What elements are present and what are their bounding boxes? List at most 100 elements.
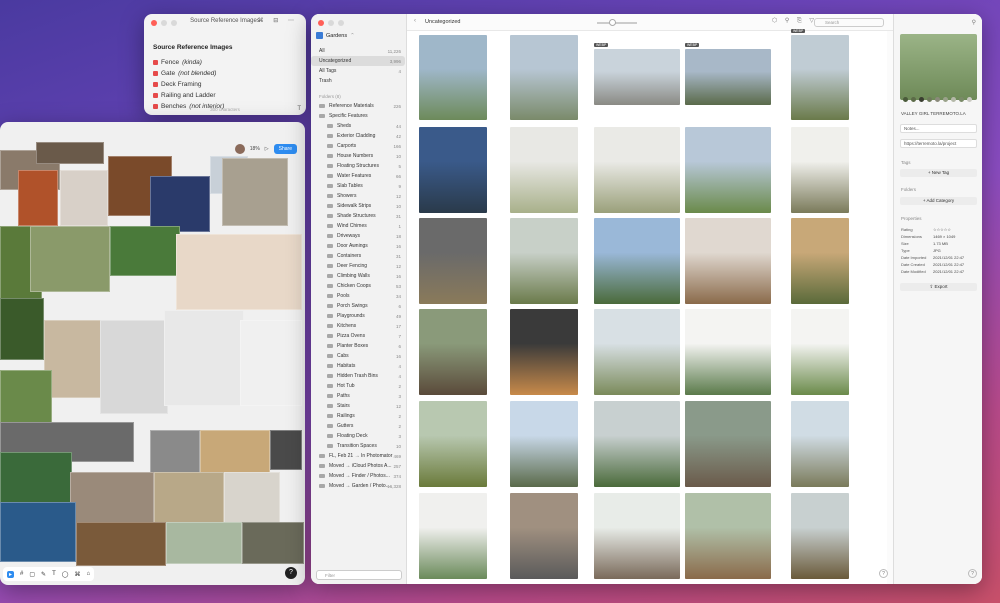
sidebar-folder[interactable]: Moved → Garden / Photo... 16,328	[311, 481, 405, 491]
collage-image[interactable]	[100, 320, 168, 414]
image-thumbnail[interactable]	[594, 309, 680, 395]
help-icon[interactable]: ?	[968, 569, 977, 578]
collage-image[interactable]	[36, 142, 104, 164]
image-thumbnail[interactable]	[685, 401, 771, 487]
play-icon[interactable]: ▷	[265, 146, 269, 152]
sidebar-folder[interactable]: Playgrounds 49	[311, 311, 405, 321]
sidebar-folder[interactable]: Door Awnings 16	[311, 241, 405, 251]
image-thumbnail[interactable]	[510, 401, 578, 487]
sidebar-folder[interactable]: Hot Tub 2	[311, 381, 405, 391]
color-swatch[interactable]	[951, 97, 956, 102]
sidebar-item-uncategorized[interactable]: Uncategorized 3,996	[311, 56, 405, 66]
color-swatch[interactable]	[903, 97, 908, 102]
color-swatch[interactable]	[919, 97, 924, 102]
collage-image[interactable]	[0, 502, 76, 562]
image-thumbnail[interactable]	[685, 127, 771, 213]
sidebar-folder[interactable]: Floating Structures 5	[311, 161, 405, 171]
color-palette[interactable]	[903, 97, 972, 102]
collage-image[interactable]	[110, 226, 180, 276]
image-thumbnail[interactable]	[594, 127, 680, 213]
url-field[interactable]: https://terremoto.la/project	[900, 139, 977, 148]
search-input[interactable]: Search	[814, 18, 884, 27]
sidebar-folder[interactable]: Pizza Ovens 7	[311, 331, 405, 341]
sidebar-folder[interactable]: Exterior Cladding 42	[311, 131, 405, 141]
color-swatch[interactable]	[967, 97, 972, 102]
sidebar-folder[interactable]: Floating Deck 3	[311, 431, 405, 441]
checkbox[interactable]	[153, 82, 158, 87]
sidebar-folder[interactable]: Containers 31	[311, 251, 405, 261]
collage-image[interactable]	[44, 320, 104, 398]
sidebar-folder[interactable]: Chicken Coops 53	[311, 281, 405, 291]
collage-image[interactable]	[76, 522, 166, 566]
checklist-item[interactable]: Fence (kinda)	[153, 57, 224, 68]
export-button[interactable]: ⇪ Export	[900, 283, 977, 291]
thumbnail-size-slider[interactable]	[597, 19, 637, 26]
color-swatch[interactable]	[935, 97, 940, 102]
checklist-item[interactable]: Railing and Ladder	[153, 90, 224, 101]
property-value[interactable]: ☆☆☆☆☆	[933, 227, 977, 232]
sidebar-folder[interactable]: Planter Boxes 6	[311, 341, 405, 351]
canvas-tool-icon[interactable]: ◯	[62, 571, 69, 578]
avatar[interactable]	[234, 144, 245, 154]
image-thumbnail[interactable]	[594, 218, 680, 304]
sidebar-folder[interactable]: Pools 34	[311, 291, 405, 301]
canvas-tool-icon[interactable]: ⌘	[74, 571, 80, 578]
color-swatch[interactable]	[911, 97, 916, 102]
sidebar-folder[interactable]: Paths 3	[311, 391, 405, 401]
image-thumbnail[interactable]	[510, 218, 578, 304]
image-thumbnail[interactable]	[791, 127, 849, 213]
color-swatch[interactable]	[959, 97, 964, 102]
image-thumbnail[interactable]	[510, 493, 578, 579]
canvas-tool-icon[interactable]: ✎	[41, 571, 46, 578]
image-thumbnail[interactable]	[419, 35, 487, 120]
checkbox[interactable]	[153, 71, 158, 76]
sidebar-folder[interactable]: Kitchens 17	[311, 321, 405, 331]
sidebar-item-all[interactable]: All 11,226	[311, 46, 405, 56]
image-name[interactable]: VALLEY GIRL TERREMOTO.LA	[901, 111, 966, 116]
image-thumbnail[interactable]	[510, 35, 578, 120]
sidebar-folder[interactable]: Railings 2	[311, 411, 405, 421]
collage-image[interactable]	[164, 310, 244, 406]
sidebar-item-trash[interactable]: Trash	[311, 76, 405, 86]
sidebar-folder[interactable]: Deer Fencing 12	[311, 261, 405, 271]
sidebar-folder[interactable]: Climbing Walls 16	[311, 271, 405, 281]
collage-image[interactable]	[176, 234, 302, 310]
canvas-tool-icon[interactable]: ⌂	[86, 571, 90, 577]
checklist-item[interactable]: Gate (not blended)	[153, 68, 224, 79]
help-icon[interactable]: ?	[285, 567, 297, 579]
image-thumbnail[interactable]	[594, 401, 680, 487]
toolbar-icons[interactable]: ⬡ ⚲ ⎘ ▽	[772, 17, 817, 25]
collage-image[interactable]	[60, 170, 108, 226]
image-thumbnail[interactable]	[685, 218, 771, 304]
sidebar-folder[interactable]: Habitats 4	[311, 361, 405, 371]
image-thumbnail[interactable]	[510, 309, 578, 395]
canvas-tool-icon[interactable]: ▸	[7, 570, 15, 578]
sidebar-folder[interactable]: Transition Spaces 10	[311, 441, 405, 451]
checkbox[interactable]	[153, 60, 158, 65]
canvas-tool-icon[interactable]: #	[20, 571, 23, 577]
sidebar-folder[interactable]: Specific Features	[311, 111, 405, 121]
sidebar-folder[interactable]: Driveways 18	[311, 231, 405, 241]
collage-image[interactable]	[150, 176, 210, 232]
sidebar-folder[interactable]: Porch Swings 6	[311, 301, 405, 311]
window-controls[interactable]	[318, 20, 344, 26]
sidebar-folder[interactable]: FL, Feb 21 → In Photomator 469	[311, 451, 405, 461]
search-icon[interactable]: ⚲	[972, 19, 976, 26]
checkbox[interactable]	[153, 93, 158, 98]
image-thumbnail[interactable]	[419, 493, 487, 579]
sidebar-folder[interactable]: Shade Structures 31	[311, 211, 405, 221]
canvas-tool-icon[interactable]: ▢	[29, 571, 35, 578]
image-thumbnail[interactable]	[791, 309, 849, 395]
filter-input[interactable]: Filter	[316, 570, 402, 580]
help-icon[interactable]: ?	[879, 569, 888, 578]
collage-image[interactable]	[240, 320, 302, 406]
sidebar-folder[interactable]: Moved → Finder / Photos... 374	[311, 471, 405, 481]
collage-image[interactable]	[0, 298, 44, 360]
notes-toolbar-icons[interactable]: ⌘ ⊟ ⋯	[258, 17, 298, 24]
sidebar-folder[interactable]: Hidden Trash Bins 4	[311, 371, 405, 381]
collage-image[interactable]	[150, 430, 200, 476]
collage-image[interactable]	[270, 430, 302, 470]
sidebar-folder[interactable]: House Numbers 10	[311, 151, 405, 161]
collage-image[interactable]	[166, 522, 242, 564]
sidebar-item-all-tags[interactable]: All Tags 4	[311, 66, 405, 76]
